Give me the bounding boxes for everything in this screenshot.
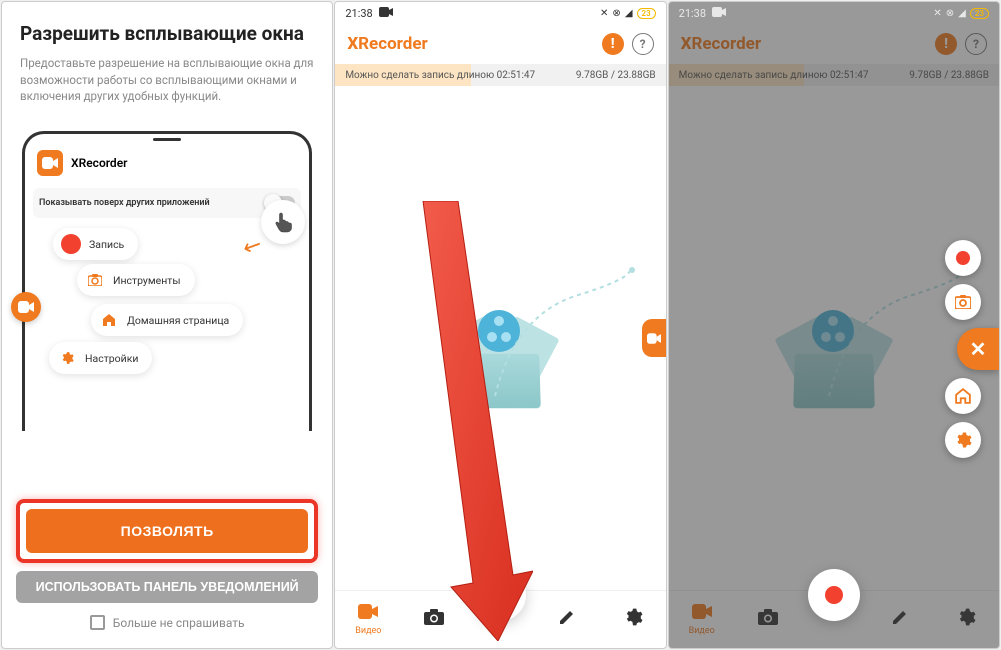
- status-time: 21:38: [345, 7, 372, 20]
- dont-ask-label: Больше не спрашивать: [113, 616, 245, 630]
- edit-icon: [558, 608, 576, 631]
- bubble-record: Запись: [53, 228, 138, 260]
- app-header: XRecorder ! ?: [335, 24, 665, 64]
- float-screenshot-button[interactable]: [945, 284, 981, 320]
- video-icon: [692, 603, 712, 624]
- floating-bubble-tab[interactable]: [642, 319, 666, 357]
- xrecorder-app-icon: [37, 150, 63, 176]
- nav-settings-tab[interactable]: [941, 607, 991, 632]
- status-bar: 21:38 ✕ ⊗ ◢ 23: [335, 2, 665, 24]
- battery-indicator: 23: [637, 8, 656, 19]
- bottom-navigation: Видео: [669, 590, 999, 648]
- permission-description: Предоставьте разрешение на всплывающие о…: [20, 55, 314, 105]
- battery-indicator: 23: [970, 8, 989, 19]
- nav-edit-tab[interactable]: [542, 608, 592, 631]
- screen-permission-prompt: Разрешить всплывающие окна Предоставьте …: [1, 1, 333, 649]
- help-icon[interactable]: ?: [965, 33, 987, 55]
- nav-settings-tab[interactable]: [608, 607, 658, 632]
- app-name-label: XRecorder: [71, 156, 127, 170]
- storage-info-bar: Можно сделать запись длиною 02:51:47 9.7…: [335, 64, 665, 86]
- float-settings-button[interactable]: [945, 422, 981, 458]
- storage-size-label: 9.78GB / 23.88GB: [909, 70, 989, 81]
- screen-floating-menu: 21:38 ✕ ⊗ ◢ 23 XRecorder ! ? Можно сдела…: [668, 1, 1000, 649]
- settings-icon: [956, 607, 976, 632]
- overlay-permission-label: Показывать поверх других приложений: [39, 198, 210, 208]
- curved-arrow-icon: ↙: [239, 231, 266, 261]
- video-indicator-icon: [712, 7, 726, 20]
- signal-icon: ◢: [625, 8, 633, 19]
- recording-duration-label: Можно сделать запись длиною 02:51:47: [679, 70, 869, 81]
- bubble-settings: Настройки: [49, 342, 152, 374]
- storage-size-label: 9.78GB / 23.88GB: [576, 70, 656, 81]
- settings-icon: [623, 607, 643, 632]
- xrecorder-logo: XRecorder: [347, 34, 427, 54]
- nav-edit-tab[interactable]: [875, 608, 925, 631]
- help-icon[interactable]: ?: [632, 33, 654, 55]
- use-notification-panel-button[interactable]: ИСПОЛЬЗОВАТЬ ПАНЕЛЬ УВЕДОМЛЕНИЙ: [16, 571, 318, 603]
- float-close-button[interactable]: ✕: [957, 328, 999, 370]
- edit-icon: [891, 608, 909, 631]
- float-home-button[interactable]: [945, 378, 981, 414]
- signal-icon: ◢: [958, 8, 966, 19]
- nav-video-tab[interactable]: Видео: [677, 603, 727, 636]
- nav-video-tab[interactable]: Видео: [343, 603, 393, 636]
- status-time: 21:38: [679, 7, 706, 20]
- x-status-icon: ⊗: [946, 8, 954, 19]
- dont-ask-checkbox[interactable]: [90, 615, 105, 630]
- storage-info-bar: Можно сделать запись длиною 02:51:47 9.7…: [669, 64, 999, 86]
- dnd-icon: ✕: [600, 8, 608, 19]
- floating-action-menu: ✕: [945, 240, 999, 458]
- camera-icon: [758, 609, 778, 630]
- recording-duration-label: Можно сделать запись длиною 02:51:47: [345, 70, 535, 81]
- float-record-button[interactable]: [945, 240, 981, 276]
- bubble-home: Домашняя страница: [91, 304, 243, 336]
- app-header: XRecorder ! ?: [669, 24, 999, 64]
- x-status-icon: ⊗: [612, 8, 620, 19]
- allow-button[interactable]: ПОЗВОЛЯТЬ: [26, 509, 308, 553]
- nav-photo-tab[interactable]: [743, 609, 793, 630]
- video-indicator-icon: [379, 7, 393, 20]
- floating-camera-icon: [11, 292, 41, 322]
- alert-icon[interactable]: !: [602, 33, 624, 55]
- allow-button-highlight: ПОЗВОЛЯТЬ: [16, 499, 318, 563]
- permission-title: Разрешить всплывающие окна: [20, 22, 314, 45]
- status-bar: 21:38 ✕ ⊗ ◢ 23: [669, 2, 999, 24]
- screen-app-main: 21:38 ✕ ⊗ ◢ 23 XRecorder ! ? Можно сдела…: [334, 1, 666, 649]
- video-icon: [358, 603, 378, 624]
- alert-icon[interactable]: !: [935, 33, 957, 55]
- record-button[interactable]: [808, 569, 860, 621]
- bubble-tools: Инструменты: [77, 264, 195, 296]
- dnd-icon: ✕: [933, 8, 941, 19]
- phone-mockup: XRecorder Показывать поверх других прило…: [22, 131, 312, 431]
- xrecorder-logo: XRecorder: [681, 34, 761, 54]
- red-arrow-annotation: [403, 201, 533, 641]
